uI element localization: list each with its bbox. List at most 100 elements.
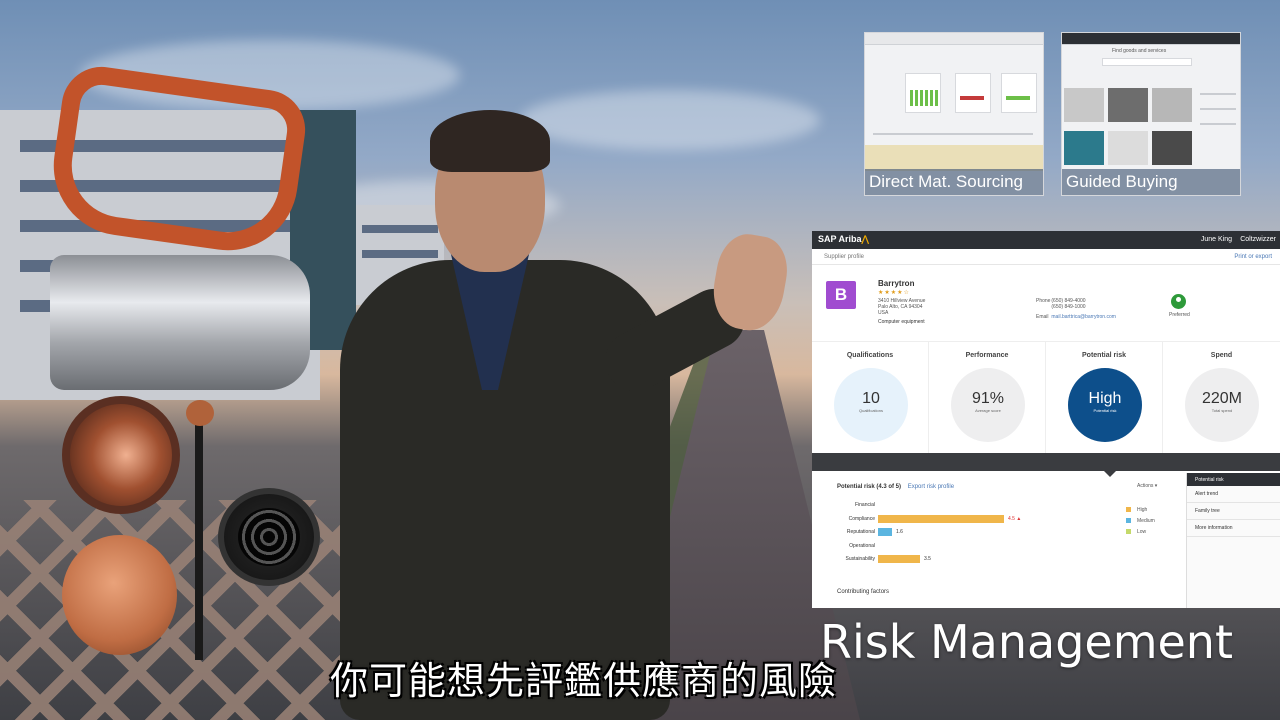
metric-label: Potential risk — [1082, 352, 1126, 359]
mini-line — [1200, 123, 1236, 125]
presenter — [330, 110, 793, 720]
thumbnail-direct-sourcing[interactable]: Direct Mat. Sourcing — [864, 32, 1044, 196]
metric-sub: Total spend — [1211, 408, 1233, 413]
copper-base — [62, 535, 177, 655]
metric-value: 220M — [1201, 390, 1243, 407]
user-menu[interactable]: June King — [1201, 236, 1232, 243]
metric-circle: 10 Qualifications — [834, 368, 908, 442]
risk-row-label: Compliance — [848, 515, 875, 522]
legend-item-high: High — [1126, 507, 1147, 513]
risk-bar[interactable] — [878, 514, 1004, 523]
risk-row-label: Reputational — [846, 529, 875, 535]
side-menu-header[interactable]: Potential risk — [1187, 473, 1280, 486]
product-tile — [1108, 88, 1148, 122]
mini-line — [1200, 93, 1236, 95]
risk-row-label: Financial — [854, 502, 875, 508]
mini-card — [905, 73, 941, 113]
address-line: USA — [878, 310, 889, 316]
risk-bar-value: 4.5 ▲ — [1008, 515, 1022, 522]
mini-progress — [1006, 96, 1030, 100]
metric-circle: 91% Average score — [951, 368, 1025, 442]
filter-disc — [218, 488, 320, 586]
page-header: Supplier profile Print or export — [812, 249, 1280, 265]
legend-item-medium: Medium — [1126, 518, 1155, 524]
thumbnail-caption: Direct Mat. Sourcing — [865, 169, 1043, 195]
app-topbar: SAP Ariba⋀ June King Coltzwizzer — [812, 231, 1280, 249]
risk-side-menu: Potential risk Alert trend Family tree M… — [1186, 473, 1280, 608]
metric-sub: Potential risk — [1093, 408, 1117, 413]
copper-lid — [62, 396, 180, 514]
print-export-link[interactable]: Print or export — [1234, 254, 1272, 260]
legend-label: High — [1137, 507, 1148, 513]
metric-value: High — [1088, 390, 1122, 407]
section-separator — [812, 453, 1280, 477]
legend-swatch — [1126, 529, 1131, 535]
metric-performance[interactable]: Performance 91% Average score — [929, 342, 1046, 454]
product-tile — [1152, 88, 1192, 122]
mini-line — [873, 133, 1033, 135]
metric-potential-risk[interactable]: Potential risk High Potential risk — [1046, 342, 1163, 454]
legend-item-low: Low — [1126, 529, 1146, 535]
export-risk-link[interactable]: Export risk profile — [908, 484, 954, 490]
org-menu[interactable]: Coltzwizzer — [1240, 236, 1276, 243]
sap-ariba-logo[interactable]: SAP Ariba⋀ — [818, 234, 869, 245]
product-tile — [1064, 88, 1104, 122]
legend-label: Low — [1137, 529, 1147, 535]
thumbnail-topbar — [1062, 33, 1240, 45]
phone-value: (650) 849-1000 — [1051, 304, 1086, 310]
plunger-knob — [186, 400, 214, 426]
risk-title-text: Potential risk (4.3 of 5) — [837, 484, 902, 490]
metric-sub: Average score — [975, 408, 1001, 413]
supplier-profile-panel: SAP Ariba⋀ June King Coltzwizzer Supplie… — [812, 231, 1280, 608]
risk-row-label: Operational — [849, 542, 875, 549]
metal-canister — [50, 255, 310, 390]
metric-label: Spend — [1210, 352, 1233, 359]
metric-value: 91% — [971, 390, 1005, 407]
supplier-avatar: B — [826, 281, 856, 309]
metric-value: 10 — [862, 390, 880, 407]
supplier-contact: Phone (650) 849-4000 (650) 849-1000 Emai… — [1036, 298, 1116, 320]
supplier-address: 3410 Hillview Avenue Palo Alto, CA 94304… — [878, 298, 925, 316]
product-tile — [1064, 131, 1104, 165]
mini-card — [955, 73, 991, 113]
side-menu-alert-trend[interactable]: Alert trend — [1187, 486, 1280, 503]
mini-search-bar — [1102, 58, 1192, 66]
email-link[interactable]: mail.barttrica@barrytron.com — [1051, 314, 1116, 320]
mini-table-row — [865, 145, 1043, 171]
breadcrumb: Supplier profile — [824, 254, 865, 260]
presenter-hair — [430, 110, 550, 172]
mini-progress — [960, 96, 984, 100]
supplier-rating: ★★★★☆ — [878, 290, 910, 296]
product-tile — [1108, 131, 1148, 165]
thumbnail-caption: Guided Buying — [1062, 169, 1240, 195]
risk-section-title: Potential risk (4.3 of 5) Export risk pr… — [837, 484, 954, 490]
side-menu-more-info[interactable]: More information — [1187, 520, 1280, 537]
legend-swatch — [1126, 518, 1131, 524]
metric-spend[interactable]: Spend 220M Total spend — [1163, 342, 1280, 454]
preferred-badge-icon — [1171, 294, 1186, 309]
product-tile — [1152, 131, 1192, 165]
supplier-name: Barrytron — [878, 279, 915, 288]
risk-bar[interactable] — [878, 528, 892, 536]
thumbnail-guided-buying[interactable]: Find goods and services Guided Buying — [1061, 32, 1241, 196]
thumbnail-topbar — [865, 33, 1043, 45]
video-subtitle: 你可能想先評鑑供應商的風險 — [330, 659, 838, 703]
risk-bar-value: 1.6 — [896, 529, 903, 535]
mini-line — [1200, 108, 1236, 110]
preferred-label: Preferred — [1169, 312, 1190, 318]
metrics-row: Qualifications 10 Qualifications Perform… — [812, 341, 1280, 454]
risk-bar-value: 3.5 — [924, 556, 931, 562]
metric-sub: Qualifications — [858, 408, 883, 413]
actions-dropdown[interactable]: Actions ▾ — [1137, 483, 1157, 489]
supplier-category: Computer equipment — [878, 319, 925, 325]
side-menu-family-tree[interactable]: Family tree — [1187, 503, 1280, 520]
risk-row-label: Sustainability — [845, 556, 875, 562]
mini-bar-chart — [910, 90, 938, 106]
contributing-factors-heading: Contributing factors — [837, 589, 890, 595]
metric-qualifications[interactable]: Qualifications 10 Qualifications — [812, 342, 929, 454]
search-placeholder: Find goods and services — [1112, 48, 1167, 54]
risk-bar[interactable] — [878, 555, 920, 563]
metric-label: Qualifications — [846, 352, 894, 359]
legend-swatch — [1126, 507, 1131, 513]
plunger-rod — [195, 410, 203, 660]
